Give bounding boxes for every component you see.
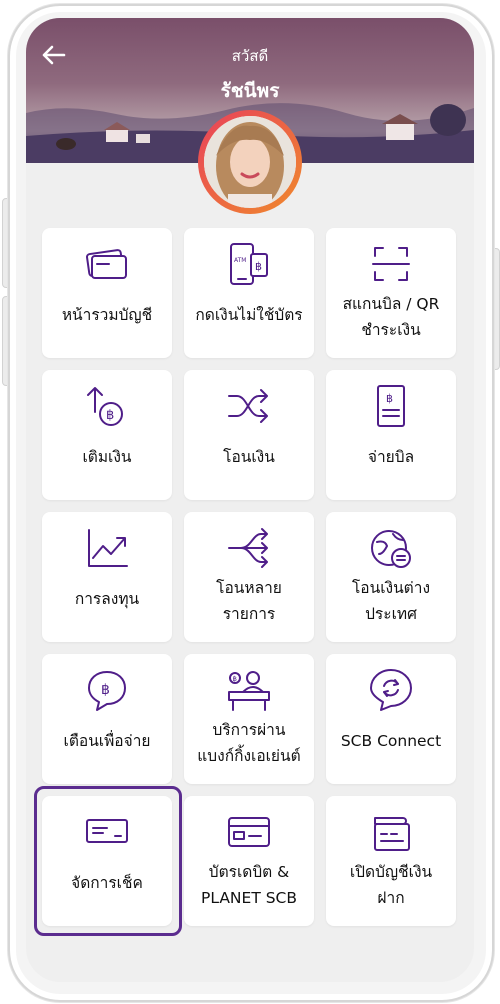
svg-text:฿: ฿ [106, 408, 114, 423]
menu-tile-pay-bill[interactable]: ฿จ่ายบิล [326, 370, 456, 500]
menu-tile-label: โอนหลายรายการ [184, 575, 314, 627]
menu-tile-label-line: กดเงินไม่ใช้บัตร [195, 306, 303, 324]
trend-chart-icon [88, 529, 128, 567]
menu-tile-label-line: โอนเงินต่าง [351, 579, 431, 597]
menu-tile-label-line: ประเทศ [365, 605, 417, 623]
menu-tile-scan-qr[interactable]: สแกนบิล / QR ชำระเงิน [326, 228, 456, 358]
menu-tile-label-line: โอนเงิน [223, 448, 275, 466]
menu-tile-label-line: เติมเงิน [82, 448, 132, 466]
menu-tile-label-line: ฝาก [377, 889, 405, 907]
menu-tile-label-line: ชำระเงิน [361, 321, 421, 339]
menu-tile-open-deposit[interactable]: เปิดบัญชีเงินฝาก [326, 796, 456, 926]
avatar-photo [204, 116, 296, 208]
top-up-icon: ฿ [87, 387, 123, 426]
menu-tile-label: บริการผ่านแบงก์กิ้งเอเย่นต์ [184, 717, 314, 769]
menu-tile-label: โอนเงิน [184, 444, 314, 470]
agent-counter-icon: ฿ [228, 671, 270, 711]
menu-tile-label-line: สแกนบิล / QR [342, 295, 440, 313]
app-screen: สวัสดี รัชนีพร หน้ารวมบัญชี ATM ฿กดเงินไม่… [26, 18, 474, 982]
user-name: รัชนีพร [220, 80, 280, 102]
shuffle-icon [228, 389, 268, 423]
menu-tile-label-line: หน้ารวมบัญชี [61, 306, 153, 324]
selected-tile-highlight [34, 786, 182, 936]
menu-tile-label: SCB Connect [326, 728, 456, 754]
menu-tile-label-line: PLANET SCB [200, 889, 298, 907]
menu-tile-agent-banking[interactable]: ฿บริการผ่านแบงก์กิ้งเอเย่นต์ [184, 654, 314, 784]
menu-tile-cardless-withdraw[interactable]: ATM ฿กดเงินไม่ใช้บัตร [184, 228, 314, 358]
menu-tile-accounts-summary[interactable]: หน้ารวมบัญชี [42, 228, 172, 358]
menu-tile-label: กดเงินไม่ใช้บัตร [184, 302, 314, 328]
menu-tile-label-line: เตือนเพื่อจ่าย [63, 732, 151, 750]
menu-tile-label: เติมเงิน [42, 444, 172, 470]
bill-icon: ฿ [377, 385, 405, 427]
menu-tile-label-line: บัตรเดบิต & [208, 863, 290, 881]
svg-text:฿: ฿ [233, 675, 237, 683]
globe-transfer-icon [371, 530, 411, 568]
scb-connect-icon [370, 669, 412, 711]
menu-tile-scb-connect[interactable]: SCB Connect [326, 654, 456, 784]
card-icon [86, 249, 127, 279]
atm-phone-icon: ATM ฿ [230, 243, 268, 285]
menu-tile-top-up[interactable]: ฿เติมเงิน [42, 370, 172, 500]
menu-tile-label-line: โอนหลาย [216, 579, 282, 597]
menu-tile-label-line: จ่ายบิล [367, 448, 415, 466]
svg-text:ATM: ATM [234, 257, 246, 264]
menu-tile-label-line: บริการผ่าน [212, 721, 286, 739]
menu-tile-label: บัตรเดบิต & PLANET SCB [184, 859, 314, 911]
greeting-text: สวัสดี [231, 47, 269, 65]
menu-tile-invest[interactable]: การลงทุน [42, 512, 172, 642]
menu-tile-label-line: รายการ [222, 605, 276, 623]
avatar[interactable] [198, 110, 302, 214]
menu-tile-debit-card[interactable]: บัตรเดบิต & PLANET SCB [184, 796, 314, 926]
menu-tile-label: จ่ายบิล [326, 444, 456, 470]
menu-tile-intl-transfer[interactable]: โอนเงินต่างประเทศ [326, 512, 456, 642]
menu-tile-transfer[interactable]: โอนเงิน [184, 370, 314, 500]
scan-icon [372, 247, 410, 281]
svg-text:฿: ฿ [386, 392, 393, 405]
menu-tile-label-line: SCB Connect [340, 732, 442, 750]
baht-bubble-icon: ฿ [88, 671, 126, 711]
svg-text:฿: ฿ [101, 682, 110, 698]
menu-tile-payment-alert[interactable]: ฿เตือนเพื่อจ่าย [42, 654, 172, 784]
menu-tile-label: เปิดบัญชีเงินฝาก [326, 859, 456, 911]
open-account-icon [374, 817, 410, 851]
menu-tile-label: การลงทุน [42, 586, 172, 612]
menu-tile-label-line: เปิดบัญชีเงิน [349, 863, 433, 881]
menu-tile-multi-transfer[interactable]: โอนหลายรายการ [184, 512, 314, 642]
multi-transfer-icon [228, 528, 268, 568]
menu-tile-label: เตือนเพื่อจ่าย [42, 728, 172, 754]
menu-tile-label: สแกนบิล / QR ชำระเงิน [326, 291, 456, 343]
menu-tile-label: หน้ารวมบัญชี [42, 302, 172, 328]
menu-tile-label-line: แบงก์กิ้งเอเย่นต์ [197, 747, 301, 765]
debit-card-icon [228, 817, 270, 847]
menu-tile-label: โอนเงินต่างประเทศ [326, 575, 456, 627]
menu-tile-label-line: การลงทุน [74, 590, 140, 608]
svg-text:฿: ฿ [255, 260, 262, 273]
